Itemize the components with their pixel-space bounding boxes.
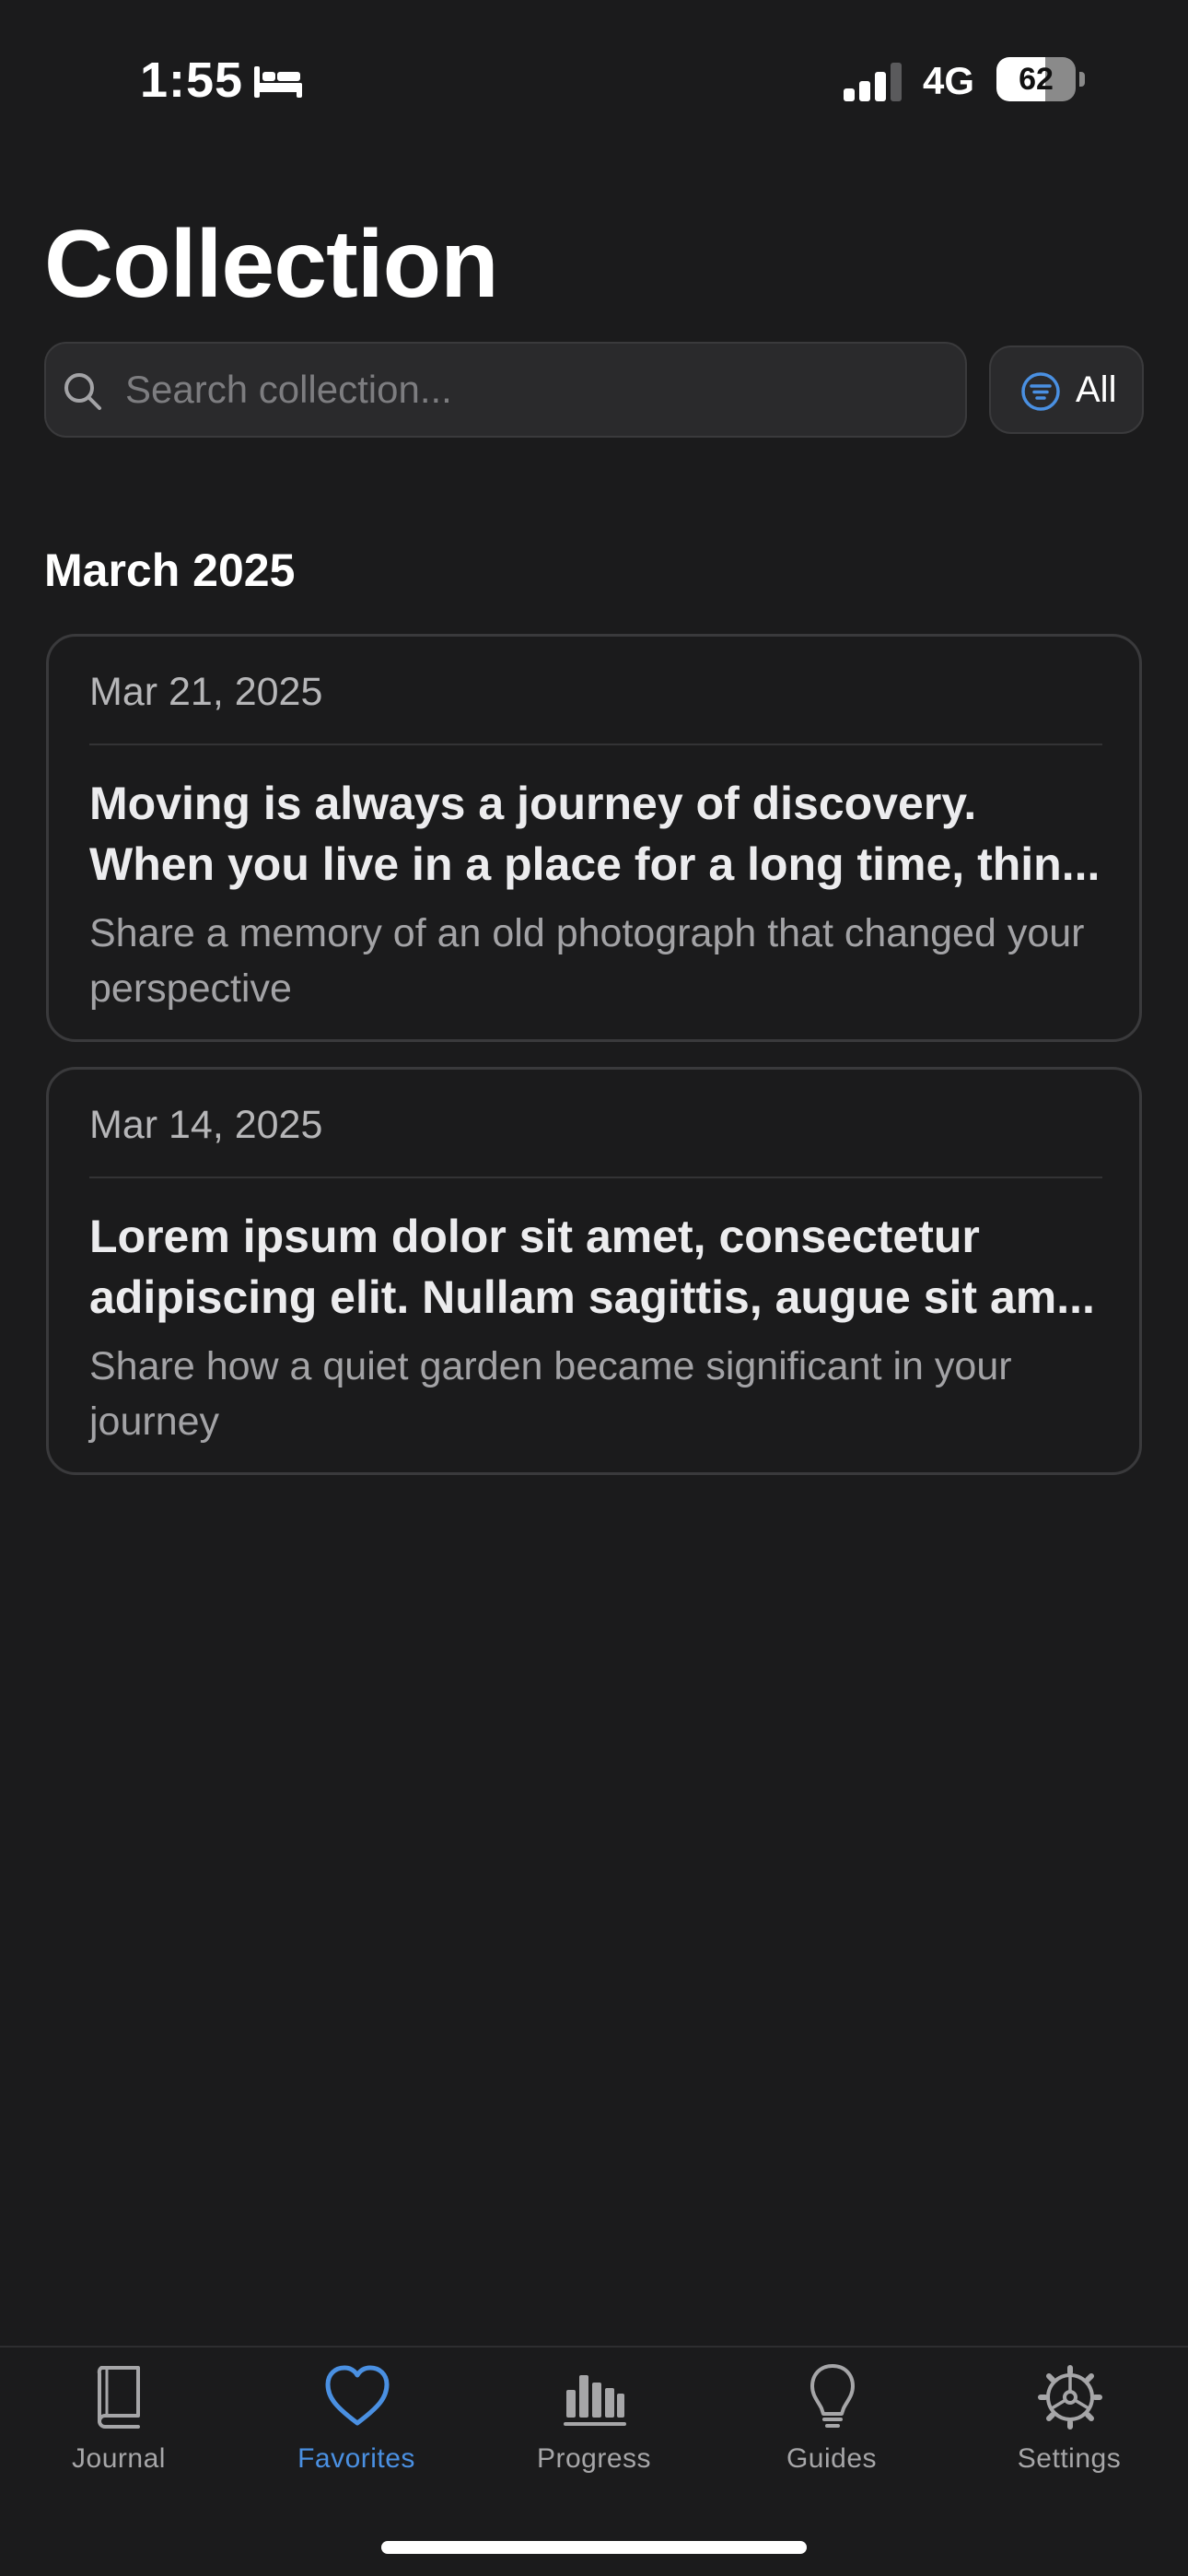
collection-screen: 1:55 4G 62 Collection Search collection.… xyxy=(0,0,1188,2576)
search-bar[interactable] xyxy=(44,342,967,438)
entry-prompt: Share a memory of an old photograph that… xyxy=(89,911,1085,1011)
filter-label: All xyxy=(1076,369,1117,410)
tab-journal[interactable]: Journal xyxy=(0,2348,238,2532)
cellular-signal-icon xyxy=(844,63,902,101)
entry-title-line: adipiscing elit. Nullam sagittis, augue … xyxy=(89,1271,1095,1323)
divider xyxy=(89,1177,1102,1178)
tab-guides[interactable]: Guides xyxy=(713,2348,950,2532)
filter-icon xyxy=(1021,372,1060,411)
filter-button[interactable]: All xyxy=(989,345,1144,434)
tab-label: Progress xyxy=(536,2443,652,2474)
bar-chart-icon xyxy=(564,2375,626,2426)
entry-card[interactable]: Mar 14, 2025 Lorem ipsum dolor sit amet,… xyxy=(46,1067,1142,1475)
gear-icon xyxy=(1038,2365,1102,2430)
page-title: Collection xyxy=(44,211,499,318)
battery-percent: 62 xyxy=(1019,62,1054,97)
tab-label: Journal xyxy=(72,2443,166,2474)
heart-icon xyxy=(325,2365,390,2426)
tab-progress[interactable]: Progress xyxy=(475,2348,713,2532)
tab-favorites[interactable]: Favorites xyxy=(238,2348,475,2532)
section-header: March 2025 xyxy=(44,544,296,596)
entry-title-line: Moving is always a journey of discovery. xyxy=(89,778,977,829)
battery-indicator: 62 xyxy=(996,57,1085,101)
home-indicator[interactable] xyxy=(381,2541,807,2554)
book-icon xyxy=(97,2366,140,2429)
entry-date: Mar 14, 2025 xyxy=(89,1103,323,1147)
sleep-focus-icon xyxy=(254,66,302,98)
entry-title: Lorem ipsum dolor sit amet, consectetur … xyxy=(89,1206,1112,1328)
network-type: 4G xyxy=(923,59,975,102)
entry-title-line: When you live in a place for a long time… xyxy=(89,838,1101,890)
tab-label: Guides xyxy=(786,2443,878,2474)
entry-card[interactable]: Mar 21, 2025 Moving is always a journey … xyxy=(46,634,1142,1042)
tab-settings[interactable]: Settings xyxy=(950,2348,1188,2532)
lightbulb-icon xyxy=(810,2364,855,2428)
divider xyxy=(89,744,1102,745)
entry-title-line: Lorem ipsum dolor sit amet, consectetur xyxy=(89,1211,980,1262)
tab-label: Favorites xyxy=(297,2443,415,2474)
status-time: 1:55 xyxy=(140,53,244,108)
entry-prompt: Share how a quiet garden became signific… xyxy=(89,1344,1012,1444)
entry-date: Mar 21, 2025 xyxy=(89,670,323,714)
status-bar: 1:55 4G 62 xyxy=(0,0,1188,166)
tab-label: Settings xyxy=(1017,2443,1122,2474)
search-input[interactable] xyxy=(125,344,945,436)
search-icon xyxy=(64,373,101,410)
entry-title: Moving is always a journey of discovery.… xyxy=(89,773,1112,895)
